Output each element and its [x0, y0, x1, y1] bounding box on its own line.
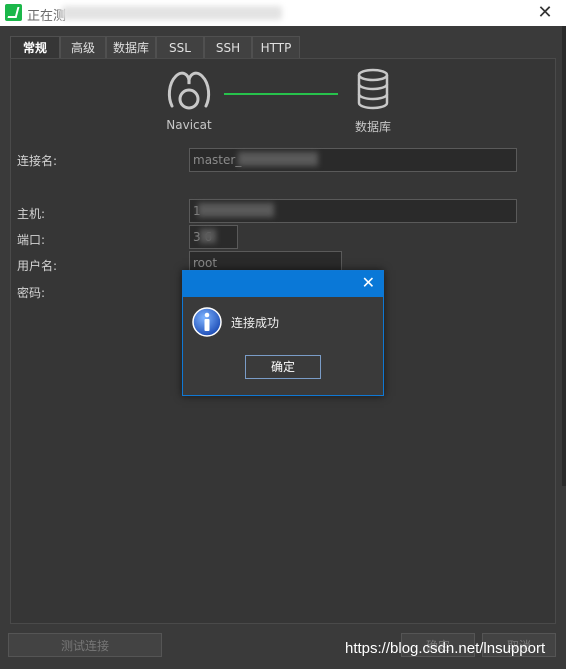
navicat-logo-icon — [167, 71, 211, 110]
tab-http[interactable]: HTTP — [252, 36, 300, 58]
redacted-connection-name — [238, 152, 318, 166]
navicat-label: Navicat — [166, 118, 212, 132]
connection-name-label: 连接名: — [17, 154, 58, 168]
window-title-bar: 正在测 ✕ — [0, 0, 566, 26]
tab-ssh[interactable]: SSH — [204, 36, 252, 58]
connection-line — [224, 93, 338, 95]
database-icon — [357, 68, 389, 110]
tab-general[interactable]: 常规 — [10, 36, 60, 58]
host-label: 主机: — [17, 207, 46, 221]
tab-ssl[interactable]: SSL — [156, 36, 204, 58]
tab-advanced[interactable]: 高级 — [60, 36, 106, 58]
username-label: 用户名: — [17, 259, 58, 273]
success-dialog: ✕ 连接成功 确定 — [182, 270, 384, 396]
dialog-message: 连接成功 — [231, 316, 280, 330]
port-label: 端口: — [17, 233, 46, 247]
tab-database[interactable]: 数据库 — [106, 36, 156, 58]
dialog-close-icon[interactable]: ✕ — [362, 273, 375, 292]
background-window-edge — [562, 26, 566, 486]
password-label: 密码: — [17, 286, 46, 300]
watermark: https://blog.csdn.net/lnsupport — [345, 640, 546, 657]
redacted-title-blur — [62, 6, 282, 20]
dialog-ok-button[interactable]: 确定 — [245, 355, 321, 379]
window-title: 正在测 — [27, 9, 67, 24]
close-icon[interactable]: ✕ — [536, 2, 554, 23]
test-connection-button[interactable]: 测试连接 — [8, 633, 162, 657]
database-label: 数据库 — [354, 120, 391, 134]
redacted-port — [200, 229, 216, 243]
info-icon — [192, 307, 222, 337]
dialog-title-bar: ✕ — [183, 271, 383, 297]
redacted-host — [198, 203, 274, 217]
navicat-app-icon — [5, 4, 22, 21]
